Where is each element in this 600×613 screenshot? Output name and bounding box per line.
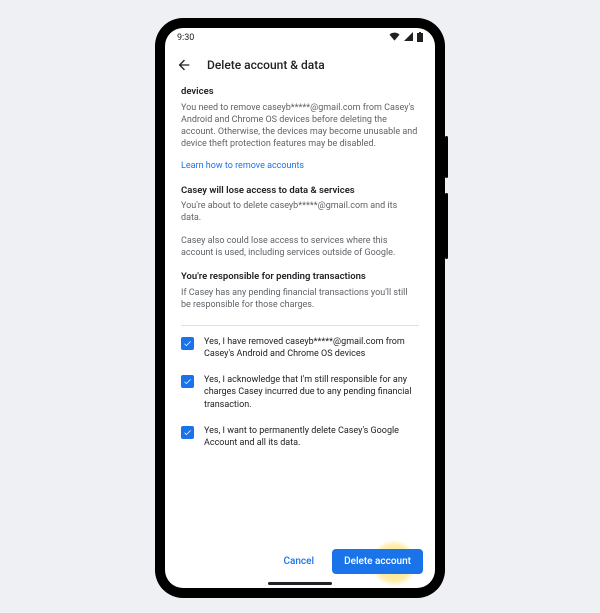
section-heading-pending: You're responsible for pending transacti…	[181, 271, 419, 284]
section-heading-devices: devices	[181, 86, 419, 99]
section-body-pending: If Casey has any pending financial trans…	[181, 287, 419, 311]
status-bar: 9:30	[165, 28, 435, 48]
home-indicator[interactable]	[268, 582, 332, 585]
checkbox-removed-devices[interactable]	[181, 337, 194, 350]
section-heading-lose-access: Casey will lose access to data & service…	[181, 185, 419, 198]
section-body-devices: You need to remove caseyb*****@gmail.com…	[181, 102, 419, 151]
battery-icon	[417, 32, 423, 45]
phone-side-button	[445, 193, 448, 259]
check-icon	[183, 377, 192, 386]
checkbox-acknowledge-charges[interactable]	[181, 375, 194, 388]
screen: 9:30 Delete account & data devices Y	[165, 28, 435, 588]
delete-account-button[interactable]: Delete account	[332, 549, 423, 574]
confirm-row: Yes, I have removed caseyb*****@gmail.co…	[181, 336, 419, 360]
section-body-lose-access-2: Casey also could lose access to services…	[181, 235, 419, 259]
wifi-icon	[389, 32, 400, 44]
section-body-lose-access-1: You're about to delete caseyb*****@gmail…	[181, 200, 419, 224]
learn-remove-accounts-link[interactable]: Learn how to remove accounts	[181, 160, 419, 172]
status-icons	[389, 32, 423, 45]
cancel-button[interactable]: Cancel	[275, 550, 322, 573]
checkbox-label: Yes, I want to permanently delete Casey'…	[204, 425, 419, 449]
app-bar: Delete account & data	[165, 48, 435, 82]
confirm-row: Yes, I want to permanently delete Casey'…	[181, 425, 419, 449]
checkbox-label: Yes, I have removed caseyb*****@gmail.co…	[204, 336, 419, 360]
check-icon	[183, 428, 192, 437]
content-scroll[interactable]: devices You need to remove caseyb*****@g…	[165, 82, 435, 543]
phone-frame: 9:30 Delete account & data devices Y	[155, 18, 445, 598]
signal-icon	[404, 32, 413, 44]
phone-side-button	[445, 136, 448, 178]
back-button[interactable]	[175, 56, 193, 74]
page-title: Delete account & data	[207, 58, 325, 72]
status-time: 9:30	[177, 33, 194, 43]
checkbox-label: Yes, I acknowledge that I'm still respon…	[204, 374, 419, 410]
divider	[181, 325, 419, 326]
checkbox-permanent-delete[interactable]	[181, 426, 194, 439]
confirm-row: Yes, I acknowledge that I'm still respon…	[181, 374, 419, 410]
arrow-left-icon	[176, 57, 192, 73]
check-icon	[183, 339, 192, 348]
